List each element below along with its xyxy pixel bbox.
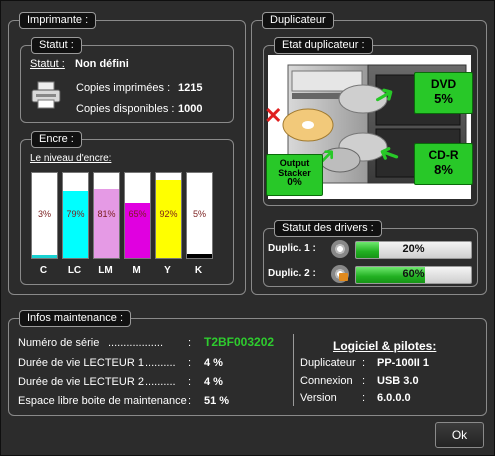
error-x-icon: ✕ [264, 103, 283, 128]
output-value: 0% [287, 177, 302, 188]
cdr-callout: CD-R 8% [414, 143, 473, 185]
ink-label-m: M [132, 265, 141, 276]
printed-label: Copies imprimées : [76, 82, 171, 94]
disc-lock-icon-2 [331, 265, 349, 283]
driver-2-label: Duplic. 2 : [268, 268, 316, 279]
ink-percent-m: 65% [128, 209, 147, 219]
ink-label-lc: LC [67, 265, 82, 276]
driver-2-percent: 60% [402, 268, 425, 280]
software-value-connexion: USB 3.0 [377, 375, 419, 387]
driver-1-percent: 20% [402, 243, 425, 255]
ink-label-y: Y [164, 265, 171, 276]
box-colon: : [188, 395, 192, 407]
output-stacker-callout: Output Stacker 0% [266, 154, 323, 196]
ink-percent-y: 92% [159, 209, 178, 219]
serial-colon: : [188, 337, 192, 349]
status-value: Non défini [75, 58, 129, 70]
driver-1-progress: 20% [355, 241, 472, 259]
software-colon-1: : [362, 357, 366, 369]
software-colon-2: : [362, 375, 366, 387]
ink-label-k: K [194, 265, 203, 276]
maintenance-box-label: Espace libre boite de maintenance [18, 395, 187, 407]
maintenance-group-title: Infos maintenance : [19, 310, 132, 327]
ink-percent-lm: 81% [97, 209, 116, 219]
software-value-duplicator: PP-100II 1 [377, 357, 429, 369]
drive1-colon: : [188, 357, 192, 369]
driver-1-label: Duplic. 1 : [268, 243, 316, 254]
ink-label-c: C [39, 265, 48, 276]
available-label: Copies disponibles : [76, 103, 175, 115]
drive1-dots: .......... [145, 357, 176, 369]
ink-cartridge-lc: 79% [62, 172, 89, 259]
duplicator-group-title: Duplicateur [262, 12, 334, 29]
ink-cartridge-c: 3% [31, 172, 58, 259]
ink-fill-k [187, 253, 212, 258]
serial-dots: .................. [108, 337, 164, 349]
maintenance-divider [293, 334, 294, 406]
software-label-version: Version [300, 392, 337, 404]
ink-cartridge-k: 5% [186, 172, 213, 259]
software-value-version: 6.0.0.0 [377, 392, 411, 404]
duplicator-state-title: Etat duplicateur : [274, 37, 373, 54]
dvd-value: 5% [434, 91, 453, 106]
driver-2-progress: 60% [355, 266, 472, 284]
ink-cartridge-lm: 81% [93, 172, 120, 259]
ink-fill-lm [94, 189, 119, 258]
ink-percent-c: 3% [37, 209, 51, 219]
ink-fill-lc [63, 190, 88, 258]
drive2-colon: : [188, 376, 192, 388]
ink-label-lm: LM [98, 265, 113, 276]
output-label-1: Output [279, 158, 310, 168]
software-label-connexion: Connexion [300, 375, 353, 387]
printer-icon [30, 80, 62, 110]
cdr-label: CD-R [428, 148, 459, 162]
drive1-value: 4 % [204, 357, 223, 369]
ink-group-title: Encre : [31, 131, 82, 148]
ink-percent-k: 5% [192, 209, 206, 219]
drive2-value: 4 % [204, 376, 223, 388]
serial-label: Numéro de série [18, 337, 100, 349]
drive2-label: Durée de vie LECTEUR 2 [18, 376, 144, 388]
status-group-title: Statut : [31, 37, 82, 54]
ink-level-label: Le niveau d'encre: [30, 153, 112, 164]
printer-group-title: Imprimante : [19, 12, 97, 29]
drive1-label: Durée de vie LECTEUR 1 [18, 357, 144, 369]
disc-icon-1 [331, 240, 349, 258]
software-title: Logiciel & pilotes: [333, 339, 437, 353]
software-label-duplicator: Duplicateur [300, 357, 356, 369]
maintenance-box-value: 51 % [204, 395, 230, 407]
cdr-value: 8% [434, 162, 453, 177]
ink-percent-lc: 79% [66, 209, 85, 219]
drivers-group-title: Statut des drivers : [274, 220, 382, 237]
serial-value: T2BF003202 [204, 335, 275, 349]
ink-fill-c [32, 255, 57, 258]
ink-cartridge-m: 65% [124, 172, 151, 259]
status-label: Statut : [30, 58, 65, 70]
available-value: 1000 [178, 103, 203, 115]
ok-button[interactable]: Ok [435, 422, 484, 448]
ink-cartridge-y: 92% [155, 172, 182, 259]
dvd-label: DVD [430, 77, 457, 91]
printed-value: 1215 [178, 82, 203, 94]
software-colon-3: : [362, 392, 366, 404]
dvd-callout: DVD 5% [414, 72, 473, 114]
drive2-dots: .......... [145, 376, 176, 388]
